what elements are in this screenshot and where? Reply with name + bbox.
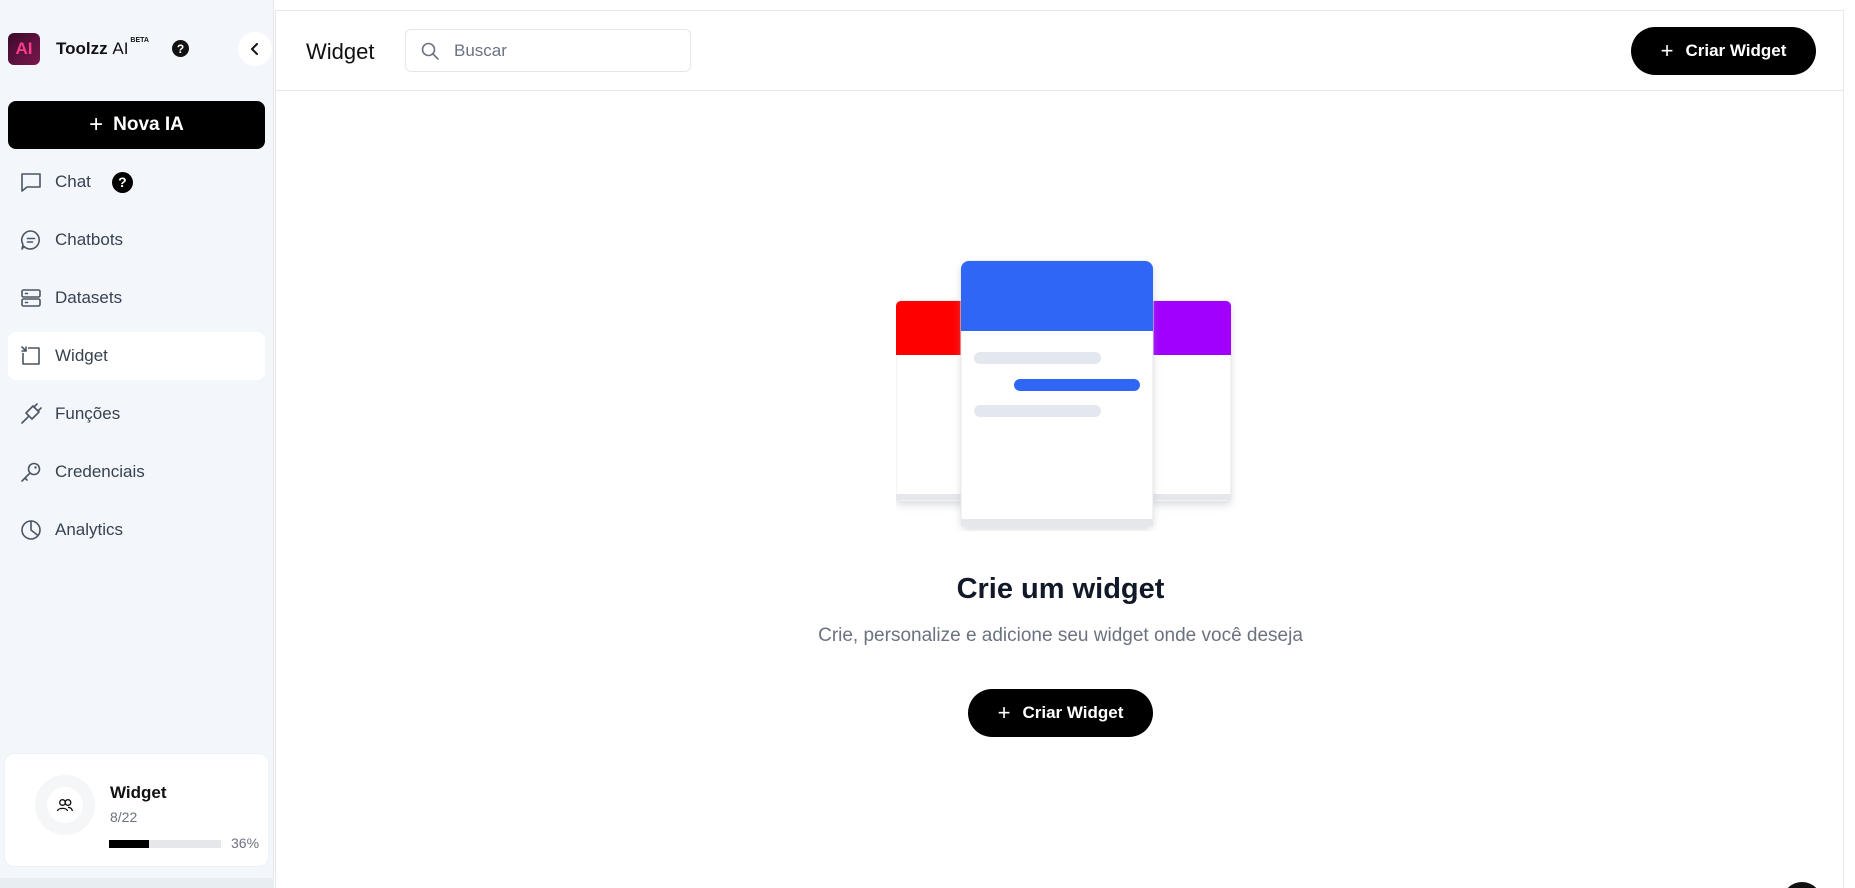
empty-state-create-widget-button[interactable]: + Criar Widget bbox=[968, 689, 1153, 737]
sidebar-nav: Chat ? Chatbots Datasets Widget Funções … bbox=[8, 158, 265, 564]
chevron-left-icon bbox=[251, 43, 258, 55]
sidebar-item-label: Chatbots bbox=[55, 230, 124, 249]
plus-icon: + bbox=[1660, 38, 1674, 63]
sidebar-item-datasets[interactable]: Datasets bbox=[8, 274, 265, 322]
chat-help-icon[interactable]: ? bbox=[111, 171, 133, 193]
sidebar-item-analytics[interactable]: Analytics bbox=[8, 506, 265, 554]
main-content: Widget + Criar Widget bbox=[275, 10, 1844, 888]
help-icon[interactable]: ? bbox=[172, 40, 189, 57]
sidebar-item-chat[interactable]: Chat ? bbox=[8, 158, 265, 206]
usage-progress-fill bbox=[109, 840, 150, 848]
collapse-sidebar-button[interactable] bbox=[238, 32, 272, 66]
plug-icon bbox=[18, 401, 44, 427]
search-icon bbox=[421, 42, 439, 60]
sidebar-footer-strip bbox=[0, 878, 274, 888]
database-icon bbox=[18, 285, 44, 311]
new-ia-label: Nova IA bbox=[113, 114, 184, 135]
sidebar-item-chatbots[interactable]: Chatbots bbox=[8, 216, 265, 264]
usage-card: Widget 8/22 36% bbox=[4, 753, 269, 867]
empty-state-title: Crie um widget bbox=[956, 573, 1165, 605]
usage-title: Widget bbox=[110, 783, 167, 802]
brand-name: Toolzz AI BETA bbox=[56, 37, 149, 59]
widget-icon bbox=[18, 343, 44, 369]
plus-icon: + bbox=[89, 111, 104, 138]
create-widget-label: Criar Widget bbox=[1022, 703, 1124, 722]
create-widget-button[interactable]: + Criar Widget bbox=[1631, 27, 1816, 75]
new-ia-button[interactable]: + Nova IA bbox=[8, 101, 265, 149]
beta-badge: BETA bbox=[130, 37, 149, 44]
sidebar-item-label: Credenciais bbox=[55, 462, 145, 481]
sidebar-item-label: Widget bbox=[55, 346, 108, 365]
sidebar-item-credenciais[interactable]: Credenciais bbox=[8, 448, 265, 496]
top-bar: Widget + Criar Widget bbox=[276, 11, 1843, 91]
usage-percent: 36% bbox=[231, 835, 260, 851]
sidebar-item-label: Datasets bbox=[55, 288, 123, 307]
brand-name-main: Toolzz bbox=[56, 39, 108, 58]
illustration-card-right bbox=[1150, 300, 1232, 502]
key-icon bbox=[18, 459, 44, 485]
plus-icon: + bbox=[997, 700, 1011, 725]
chat-icon bbox=[18, 169, 44, 195]
users-icon bbox=[56, 799, 74, 812]
usage-progress-bar bbox=[109, 840, 221, 848]
sidebar: AI Toolzz AI BETA ? + Nova IA Chat ? Chat… bbox=[0, 0, 274, 888]
sidebar-item-label: Chat bbox=[55, 172, 91, 191]
illustration-card-center bbox=[960, 260, 1154, 527]
create-widget-label: Criar Widget bbox=[1685, 41, 1787, 60]
search-input[interactable] bbox=[454, 40, 674, 61]
search-box[interactable] bbox=[405, 29, 691, 72]
widget-illustration bbox=[896, 260, 1232, 527]
sidebar-item-funcoes[interactable]: Funções bbox=[8, 390, 265, 438]
pie-chart-icon bbox=[18, 517, 44, 543]
brand-logo[interactable]: AI bbox=[8, 33, 40, 65]
usage-avatar bbox=[35, 775, 95, 835]
brand: AI Toolzz AI BETA ? bbox=[8, 32, 272, 66]
sidebar-item-label: Funções bbox=[55, 404, 121, 423]
brand-name-suffix: AI bbox=[112, 39, 129, 58]
sidebar-item-label: Analytics bbox=[55, 520, 124, 539]
usage-count: 8/22 bbox=[110, 809, 138, 825]
sidebar-item-widget[interactable]: Widget bbox=[8, 332, 265, 380]
empty-state-subtitle: Crie, personalize e adicione seu widget … bbox=[818, 625, 1303, 646]
chatbot-icon bbox=[18, 227, 44, 253]
page-title: Widget bbox=[306, 39, 375, 64]
